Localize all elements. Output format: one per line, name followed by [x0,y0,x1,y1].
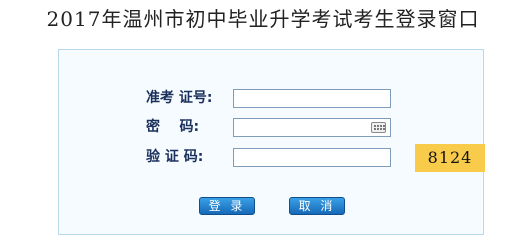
captcha-label: 验 证 码: [146,149,204,165]
captcha-input[interactable] [233,148,391,167]
captcha-image[interactable]: 8124 [415,144,485,172]
cancel-button[interactable]: 取 消 [289,197,345,215]
exam-number-input[interactable] [233,89,391,108]
password-label: 密 码: [146,119,200,135]
keyboard-icon[interactable] [371,122,386,133]
password-input[interactable] [233,118,391,137]
page-title: 2017年温州市初中毕业升学考试考生登录窗口 [46,7,480,31]
exam-number-label: 准考 证号: [146,90,213,106]
login-panel [58,49,484,235]
login-button[interactable]: 登 录 [199,197,255,215]
